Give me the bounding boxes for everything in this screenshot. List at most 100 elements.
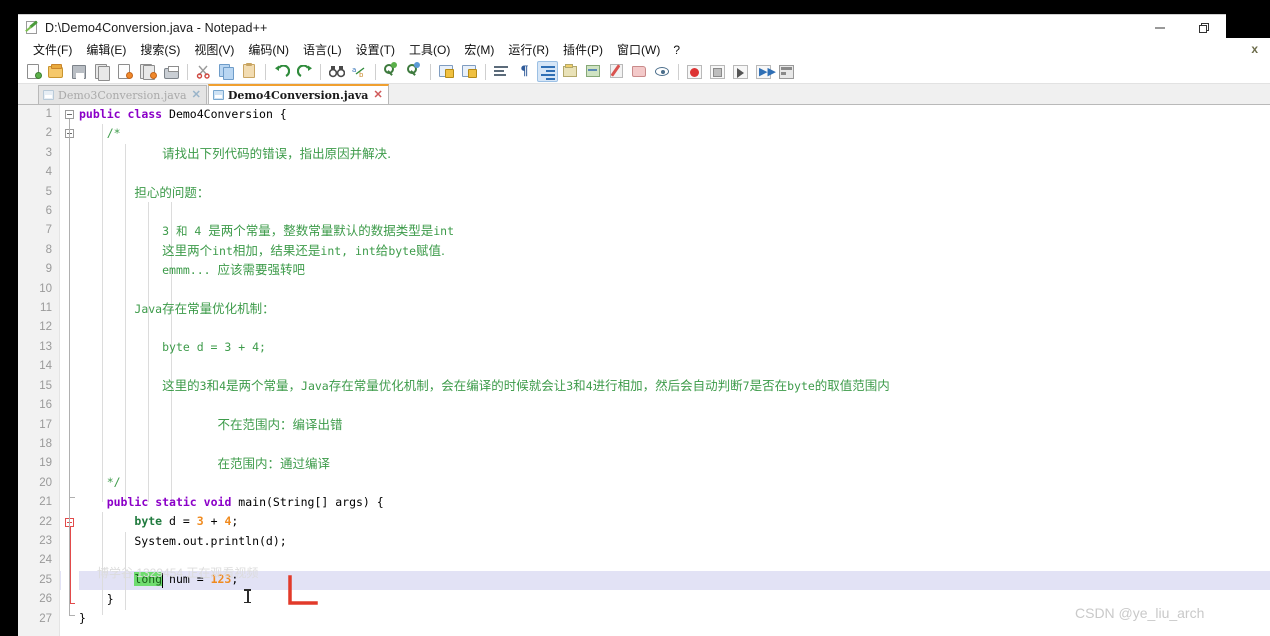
tab-close-icon[interactable]: ✕ bbox=[192, 90, 201, 101]
code-line[interactable] bbox=[79, 163, 1270, 182]
code-line[interactable]: Java存在常量优化机制： bbox=[79, 299, 1270, 318]
code-token: 担心的问题： bbox=[134, 185, 209, 200]
sync-horizontal-icon[interactable] bbox=[459, 61, 480, 82]
menu-item-tools[interactable]: 工具(O) bbox=[402, 41, 457, 60]
code-token: main(String[] args) { bbox=[231, 495, 383, 509]
menu-item-search[interactable]: 搜索(S) bbox=[133, 41, 187, 60]
tab-file-icon bbox=[43, 90, 54, 100]
code-token: void bbox=[204, 495, 232, 509]
save-all-icon[interactable] bbox=[92, 61, 113, 82]
code-line[interactable]: /* bbox=[79, 124, 1270, 143]
code-token: 相加，结果还是 bbox=[233, 243, 321, 258]
code-line[interactable]: emmm... 应该需要强转吧 bbox=[79, 260, 1270, 279]
code-token: public bbox=[79, 107, 121, 121]
menu-item-help[interactable]: ? bbox=[667, 41, 686, 60]
fold-marker-line-1[interactable] bbox=[65, 110, 74, 119]
macro-save-icon[interactable] bbox=[776, 61, 797, 82]
tab-close-icon[interactable]: ✕ bbox=[373, 90, 382, 101]
new-file-icon[interactable] bbox=[23, 61, 44, 82]
menu-item-run[interactable]: 运行(R) bbox=[501, 41, 556, 60]
code-line[interactable]: byte d = 3 + 4; bbox=[79, 512, 1270, 531]
code-line[interactable] bbox=[79, 396, 1270, 415]
sync-vertical-icon[interactable] bbox=[436, 61, 457, 82]
line-number: 21 bbox=[18, 493, 52, 512]
menu-item-plugins[interactable]: 插件(P) bbox=[556, 41, 610, 60]
tab-demo3conversion[interactable]: Demo3Conversion.java ✕ bbox=[38, 85, 207, 104]
macro-playmulti-icon[interactable]: ▶▶ bbox=[753, 61, 774, 82]
code-line[interactable] bbox=[79, 435, 1270, 454]
toolbar-separator bbox=[375, 64, 376, 80]
document-close-button[interactable]: x bbox=[1251, 42, 1258, 56]
code-line[interactable] bbox=[79, 357, 1270, 376]
code-line[interactable] bbox=[79, 202, 1270, 221]
code-line[interactable]: byte d = 3 + 4; bbox=[79, 338, 1270, 357]
menu-item-macro[interactable]: 宏(M) bbox=[457, 41, 501, 60]
line-number: 4 bbox=[18, 163, 52, 182]
code-token bbox=[79, 495, 107, 509]
fold-margin[interactable] bbox=[61, 105, 79, 636]
code-line[interactable]: 这里两个int相加，结果还是int, int给byte赋值. bbox=[79, 241, 1270, 260]
zoom-out-icon[interactable] bbox=[404, 61, 425, 82]
top-black-band bbox=[0, 0, 1270, 14]
save-icon[interactable] bbox=[69, 61, 90, 82]
open-file-icon[interactable] bbox=[46, 61, 67, 82]
code-line[interactable] bbox=[79, 280, 1270, 299]
notepad-plus-plus-document-icon bbox=[24, 21, 39, 35]
code-line[interactable]: public class Demo4Conversion { bbox=[79, 105, 1270, 124]
paste-icon[interactable] bbox=[239, 61, 260, 82]
line-number: 10 bbox=[18, 280, 52, 299]
code-line[interactable]: */ bbox=[79, 473, 1270, 492]
tab-demo4conversion[interactable]: Demo4Conversion.java ✕ bbox=[208, 84, 389, 104]
close-all-icon[interactable] bbox=[138, 61, 159, 82]
find-icon[interactable] bbox=[326, 61, 347, 82]
show-paragraph-icon[interactable]: ¶ bbox=[514, 61, 535, 82]
window-title: D:\Demo4Conversion.java - Notepad++ bbox=[45, 21, 267, 35]
code-line[interactable]: 不在范围内：编译出错 bbox=[79, 415, 1270, 434]
code-line[interactable]: 担心的问题： bbox=[79, 183, 1270, 202]
code-editor[interactable]: 1234567891011121314151617181920212223242… bbox=[18, 105, 1270, 636]
code-text-area[interactable]: public class Demo4Conversion { /* 请找出下列代… bbox=[79, 105, 1270, 636]
folder-workspace-icon[interactable] bbox=[629, 61, 650, 82]
menu-item-window[interactable]: 窗口(W) bbox=[610, 41, 667, 60]
menu-item-settings[interactable]: 设置(T) bbox=[349, 41, 402, 60]
ui-goto-icon[interactable] bbox=[560, 61, 581, 82]
code-line[interactable]: 这里的3和4是两个常量，Java存在常量优化机制，会在编译的时候就会让3和4进行… bbox=[79, 376, 1270, 395]
show-all-characters-icon[interactable] bbox=[491, 61, 512, 82]
replace-icon[interactable]: a b bbox=[349, 61, 370, 82]
restore-icon[interactable] bbox=[1182, 15, 1226, 41]
macro-play-icon[interactable] bbox=[730, 61, 751, 82]
code-line[interactable]: System.out.println(d); bbox=[79, 532, 1270, 551]
code-token: 是两个常量，整数常量默认的数据类型是 bbox=[208, 223, 433, 238]
code-line[interactable] bbox=[79, 318, 1270, 337]
line-number: 17 bbox=[18, 416, 52, 435]
code-line[interactable]: 3 和 4 是两个常量，整数常量默认的数据类型是int bbox=[79, 221, 1270, 240]
menu-item-encoding[interactable]: 编码(N) bbox=[241, 41, 296, 60]
menu-item-view[interactable]: 视图(V) bbox=[187, 41, 241, 60]
code-token: public bbox=[107, 495, 149, 509]
top-right-black-band bbox=[1225, 0, 1270, 14]
menu-item-edit[interactable]: 编辑(E) bbox=[79, 41, 133, 60]
macro-record-icon[interactable] bbox=[684, 61, 705, 82]
show-indent-guide-icon[interactable] bbox=[537, 61, 558, 82]
code-token bbox=[79, 147, 162, 161]
print-icon[interactable] bbox=[161, 61, 182, 82]
line-number: 8 bbox=[18, 241, 52, 260]
menu-item-file[interactable]: 文件(F) bbox=[26, 41, 79, 60]
zoom-in-icon[interactable] bbox=[381, 61, 402, 82]
menu-item-language[interactable]: 语言(L) bbox=[296, 41, 349, 60]
code-token: } bbox=[79, 592, 114, 606]
code-line[interactable]: public static void main(String[] args) { bbox=[79, 493, 1270, 512]
code-line[interactable]: 在范围内：通过编译 bbox=[79, 454, 1270, 473]
redo-icon[interactable] bbox=[294, 61, 315, 82]
code-line[interactable]: 请找出下列代码的错误，指出原因并解决. bbox=[79, 144, 1270, 163]
monitoring-icon[interactable] bbox=[652, 61, 673, 82]
macro-stop-icon[interactable] bbox=[707, 61, 728, 82]
toolbar-separator bbox=[678, 64, 679, 80]
function-list-icon[interactable] bbox=[606, 61, 627, 82]
cut-icon[interactable] bbox=[193, 61, 214, 82]
copy-icon[interactable] bbox=[216, 61, 237, 82]
document-map-icon[interactable] bbox=[583, 61, 604, 82]
close-file-icon[interactable] bbox=[115, 61, 136, 82]
minimize-icon[interactable] bbox=[1138, 15, 1182, 41]
undo-icon[interactable] bbox=[271, 61, 292, 82]
